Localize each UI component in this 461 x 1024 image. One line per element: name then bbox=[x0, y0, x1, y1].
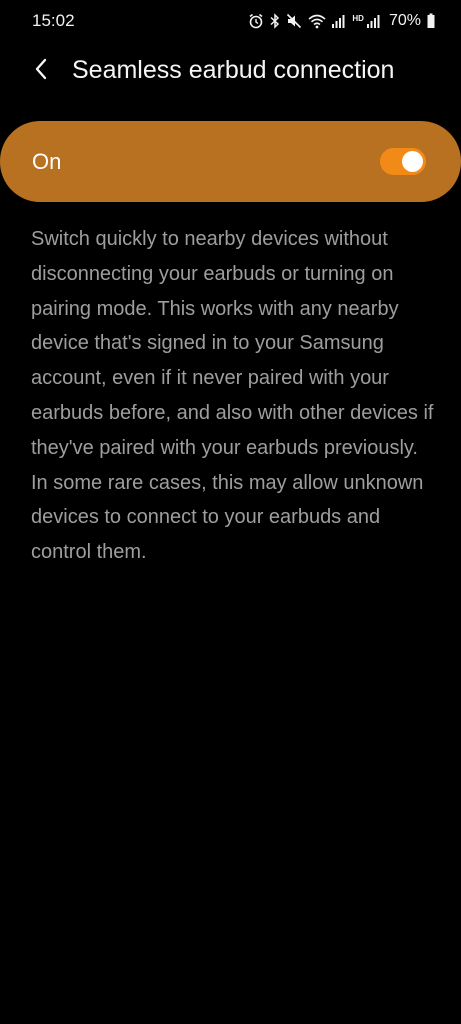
page-title: Seamless earbud connection bbox=[72, 56, 395, 84]
description-text: Switch quickly to nearby devices without… bbox=[31, 228, 434, 564]
status-icons: HD 70% bbox=[248, 11, 435, 31]
signal-icon bbox=[332, 13, 346, 29]
battery-level: 70% bbox=[388, 12, 421, 29]
mute-icon bbox=[286, 13, 302, 29]
signal-icon bbox=[366, 13, 381, 29]
bluetooth-icon bbox=[270, 13, 280, 29]
chevron-left-icon bbox=[34, 58, 48, 85]
back-button[interactable] bbox=[22, 52, 60, 90]
status-time: 15:02 bbox=[32, 11, 75, 30]
master-switch-bar[interactable]: On bbox=[0, 121, 461, 202]
toggle-knob bbox=[402, 151, 423, 172]
alarm-icon bbox=[248, 13, 264, 29]
switch-label: On bbox=[32, 149, 62, 174]
hd-label: HD bbox=[352, 13, 364, 23]
app-bar: Seamless earbud connection bbox=[0, 46, 461, 96]
toggle-switch[interactable] bbox=[380, 148, 426, 175]
wifi-icon bbox=[308, 13, 326, 29]
status-bar: 15:02 HD 70% bbox=[0, 0, 461, 42]
battery-icon bbox=[427, 13, 435, 29]
